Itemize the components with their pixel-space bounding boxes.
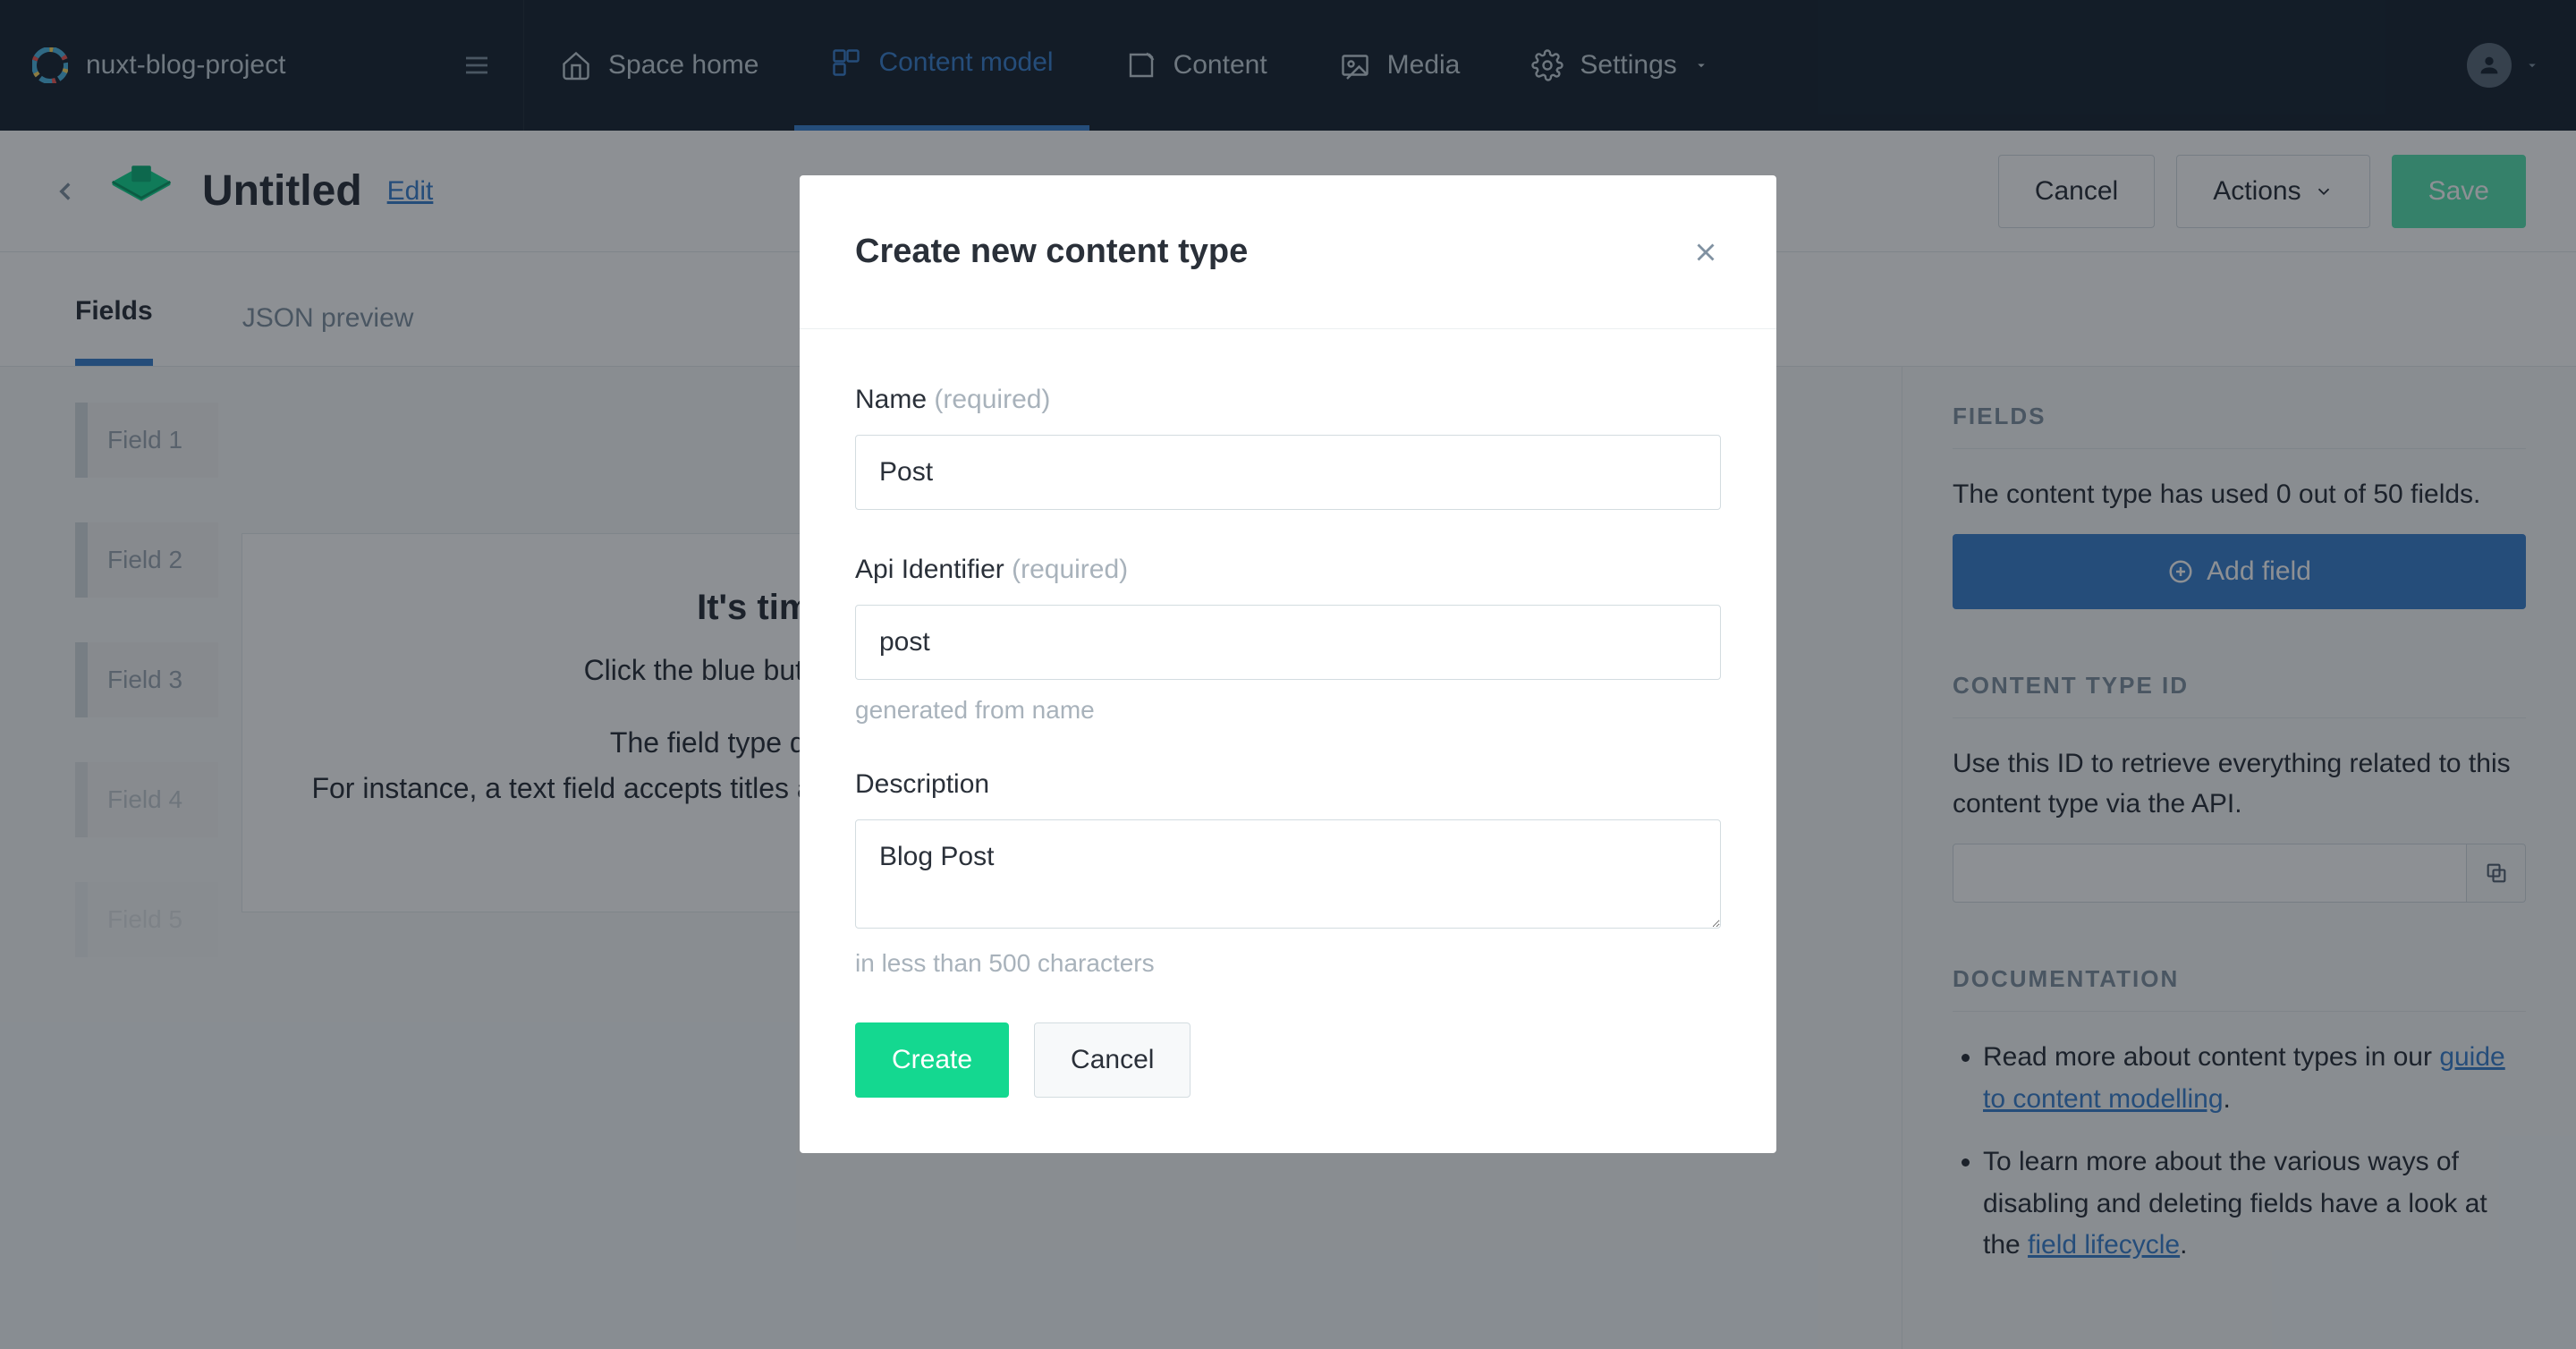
name-label: Name (required) [855, 385, 1721, 415]
modal-overlay[interactable]: Create new content type Name (required) … [0, 0, 2576, 1349]
api-identifier-label: Api Identifier (required) [855, 555, 1721, 585]
modal-cancel-button[interactable]: Cancel [1034, 1022, 1191, 1098]
name-input[interactable] [855, 435, 1721, 510]
create-button[interactable]: Create [855, 1022, 1009, 1098]
description-input[interactable] [855, 819, 1721, 929]
api-identifier-hint: generated from name [855, 696, 1721, 725]
description-hint: in less than 500 characters [855, 949, 1721, 978]
description-label: Description [855, 769, 1721, 800]
modal-title: Create new content type [855, 233, 1248, 271]
close-icon[interactable] [1690, 237, 1721, 267]
create-content-type-modal: Create new content type Name (required) … [800, 175, 1776, 1153]
api-identifier-input[interactable] [855, 605, 1721, 680]
